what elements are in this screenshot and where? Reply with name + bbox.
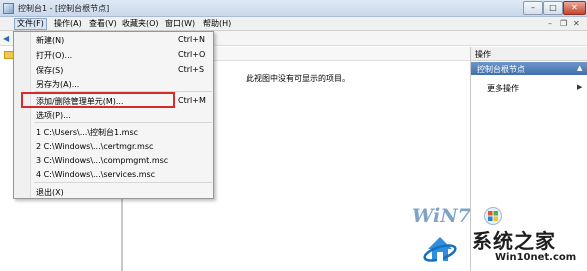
recent-file-4[interactable]: 4 C:\Windows\...\services.msc bbox=[36, 170, 155, 179]
menu-favorites[interactable]: 收藏夹(O) bbox=[120, 18, 161, 30]
actions-node-label: 控制台根节点 bbox=[477, 65, 525, 74]
win7-logo-text: WiN7 bbox=[412, 205, 471, 227]
menu-gutter bbox=[14, 32, 31, 198]
file-menu-dropdown: 新建(N) Ctrl+N 打开(O)... Ctrl+O 保存(S) Ctrl+… bbox=[13, 31, 214, 199]
menu-view[interactable]: 查看(V) bbox=[87, 18, 119, 30]
menu-window[interactable]: 窗口(W) bbox=[163, 18, 197, 30]
shortcut-new: Ctrl+N bbox=[178, 35, 205, 44]
house-logo-icon bbox=[423, 237, 457, 262]
menu-separator bbox=[34, 182, 212, 183]
window-title: 控制台1 - [控制台根节点] bbox=[18, 4, 110, 13]
menu-item-open[interactable]: 打开(O)... bbox=[36, 50, 72, 61]
shortcut-open: Ctrl+O bbox=[178, 50, 206, 59]
title-bar: 控制台1 - [控制台根节点] – □ ✕ bbox=[0, 0, 587, 17]
empty-view-message: 此视图中没有可显示的项目。 bbox=[246, 74, 350, 83]
actions-header: 操作 bbox=[471, 47, 587, 61]
menu-item-exit[interactable]: 退出(X) bbox=[36, 187, 64, 198]
actions-title: 操作 bbox=[475, 50, 491, 59]
shortcut-add-remove-snapin: Ctrl+M bbox=[178, 96, 206, 105]
close-button[interactable]: ✕ bbox=[563, 1, 586, 15]
site-watermark: WiN7 系统之家 Win10net.com bbox=[400, 205, 587, 271]
recent-file-1[interactable]: 1 C:\Users\...\控制台1.msc bbox=[36, 127, 138, 138]
console-app-icon bbox=[3, 3, 14, 14]
red-highlight-box bbox=[21, 92, 175, 108]
windows-flag-icon bbox=[484, 207, 502, 225]
recent-file-2[interactable]: 2 C:\Windows\...\certmgr.msc bbox=[36, 142, 153, 151]
menu-bar: 文件(F) 操作(A) 查看(V) 收藏夹(O) 窗口(W) 帮助(H) – ❐… bbox=[0, 17, 587, 31]
menu-item-save[interactable]: 保存(S) bbox=[36, 65, 63, 76]
menu-item-new[interactable]: 新建(N) bbox=[36, 35, 64, 46]
menu-separator bbox=[34, 122, 212, 123]
menu-file[interactable]: 文件(F) bbox=[14, 18, 47, 30]
menu-help[interactable]: 帮助(H) bbox=[201, 18, 233, 30]
more-actions-link[interactable]: 更多操作 bbox=[487, 83, 519, 94]
submenu-arrow-icon[interactable]: ▶ bbox=[577, 83, 582, 91]
actions-node-bar[interactable]: 控制台根节点 ▲ bbox=[471, 62, 587, 75]
maximize-button[interactable]: □ bbox=[543, 1, 563, 15]
site-name: 系统之家 bbox=[472, 229, 556, 253]
child-minimize-icon[interactable]: – bbox=[548, 19, 552, 28]
menu-item-save-as[interactable]: 另存为(A)... bbox=[36, 79, 79, 90]
menu-action[interactable]: 操作(A) bbox=[52, 18, 84, 30]
child-close-icon[interactable]: ✕ bbox=[573, 19, 580, 28]
minimize-button[interactable]: – bbox=[523, 1, 543, 15]
collapse-arrow-icon[interactable]: ▲ bbox=[577, 64, 582, 72]
child-restore-icon[interactable]: ❐ bbox=[560, 19, 567, 28]
recent-file-3[interactable]: 3 C:\Windows\...\compmgmt.msc bbox=[36, 156, 168, 165]
shortcut-save: Ctrl+S bbox=[178, 65, 205, 74]
site-url: Win10net.com bbox=[495, 252, 577, 263]
menu-item-options[interactable]: 选项(P)... bbox=[36, 110, 71, 121]
